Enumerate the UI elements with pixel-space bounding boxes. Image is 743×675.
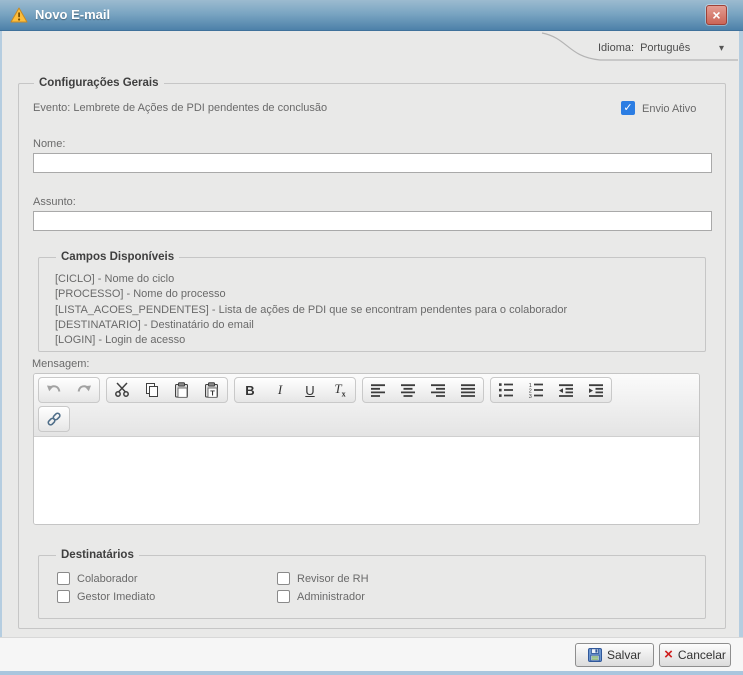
align-left-icon xyxy=(370,383,386,398)
indent-button[interactable] xyxy=(581,378,611,402)
align-justify-button[interactable] xyxy=(453,378,483,402)
nome-input[interactable] xyxy=(33,153,712,173)
bold-button[interactable]: B xyxy=(235,378,265,402)
cancel-x-icon: × xyxy=(664,648,673,662)
available-fields-legend: Campos Disponíveis xyxy=(56,251,179,264)
list-group: 1 2 3 xyxy=(490,377,612,403)
close-icon: × xyxy=(712,7,720,23)
field-item: [LISTA_ACOES_PENDENTES] - Lista de ações… xyxy=(55,303,567,318)
message-body[interactable] xyxy=(34,437,699,524)
align-group xyxy=(362,377,484,403)
gestor-imediato-label: Gestor Imediato xyxy=(77,591,155,603)
revisor-rh-checkbox[interactable] xyxy=(277,572,290,585)
save-button[interactable]: Salvar xyxy=(575,643,654,667)
assunto-label: Assunto: xyxy=(33,196,76,208)
redo-icon xyxy=(76,382,92,398)
bold-icon: B xyxy=(245,383,254,398)
align-justify-icon xyxy=(460,383,476,398)
bullet-list-button[interactable] xyxy=(491,378,521,402)
administrador-checkbox[interactable] xyxy=(277,590,290,603)
envio-ativo-label: Envio Ativo xyxy=(642,103,696,115)
cut-button[interactable] xyxy=(107,378,137,402)
mensagem-label: Mensagem: xyxy=(32,358,89,370)
check-icon: ✓ xyxy=(623,102,632,114)
link-button[interactable] xyxy=(39,407,69,431)
align-right-icon xyxy=(430,383,446,398)
cancel-label: Cancelar xyxy=(678,648,726,662)
clipboard-group: T xyxy=(106,377,228,403)
align-center-button[interactable] xyxy=(393,378,423,402)
evento-text: Evento: Lembrete de Ações de PDI pendent… xyxy=(33,102,327,114)
cancel-button[interactable]: × Cancelar xyxy=(659,643,731,667)
numbered-list-button[interactable]: 1 2 3 xyxy=(521,378,551,402)
recipients-fieldset xyxy=(38,555,706,619)
bullet-list-icon xyxy=(498,382,514,398)
redo-button[interactable] xyxy=(69,378,99,402)
colaborador-checkbox[interactable] xyxy=(57,572,70,585)
paste-icon xyxy=(174,382,190,398)
chevron-down-icon: ▾ xyxy=(719,43,724,54)
remove-format-button[interactable]: Tx xyxy=(325,378,355,402)
available-fields-list: [CICLO] - Nome do ciclo [PROCESSO] - Nom… xyxy=(55,272,567,348)
editor-toolbar: T B I U Tx xyxy=(34,374,699,437)
link-group xyxy=(38,406,70,432)
administrador-label: Administrador xyxy=(297,591,365,603)
field-item: [LOGIN] - Login de acesso xyxy=(55,333,567,348)
gestor-imediato-checkbox[interactable] xyxy=(57,590,70,603)
dialog-titlebar: Novo E-mail × xyxy=(0,0,743,31)
envio-ativo-checkbox[interactable]: ✓ xyxy=(621,101,635,115)
align-right-button[interactable] xyxy=(423,378,453,402)
copy-button[interactable] xyxy=(137,378,167,402)
assunto-input[interactable] xyxy=(33,211,712,231)
recipients-legend: Destinatários xyxy=(56,549,139,562)
dialog-title: Novo E-mail xyxy=(35,7,110,22)
outdent-button[interactable] xyxy=(551,378,581,402)
remove-format-icon: Tx xyxy=(334,381,345,399)
dialog-left-border xyxy=(0,31,2,675)
outdent-icon xyxy=(558,383,574,398)
numbered-list-icon: 1 2 3 xyxy=(528,382,544,398)
warning-icon xyxy=(10,7,28,23)
undo-button[interactable] xyxy=(39,378,69,402)
underline-button[interactable]: U xyxy=(295,378,325,402)
general-settings-legend: Configurações Gerais xyxy=(34,77,164,90)
svg-text:T: T xyxy=(210,389,215,398)
svg-text:3: 3 xyxy=(529,394,532,398)
language-dropdown[interactable]: Idioma: Português ▾ xyxy=(598,39,724,57)
dialog-footer: Salvar × Cancelar xyxy=(0,637,743,671)
field-item: [DESTINATARIO] - Destinatário do email xyxy=(55,318,567,333)
dialog-right-border xyxy=(739,31,743,675)
close-button[interactable]: × xyxy=(706,5,727,25)
paste-button[interactable] xyxy=(167,378,197,402)
revisor-rh-label: Revisor de RH xyxy=(297,573,369,585)
italic-button[interactable]: I xyxy=(265,378,295,402)
message-editor: T B I U Tx xyxy=(33,373,700,525)
undo-group xyxy=(38,377,100,403)
cut-icon xyxy=(114,382,130,398)
save-label: Salvar xyxy=(607,648,641,662)
align-center-icon xyxy=(400,383,416,398)
language-value: Português xyxy=(640,42,690,54)
italic-icon: I xyxy=(278,382,282,398)
undo-icon xyxy=(46,382,62,398)
novo-email-dialog: Novo E-mail × Idioma: Português ▾ Config… xyxy=(0,0,743,675)
copy-icon xyxy=(144,382,160,398)
paste-text-icon: T xyxy=(204,382,220,398)
save-icon xyxy=(588,648,602,662)
link-icon xyxy=(46,411,62,427)
align-left-button[interactable] xyxy=(363,378,393,402)
indent-icon xyxy=(588,383,604,398)
nome-label: Nome: xyxy=(33,138,65,150)
underline-icon: U xyxy=(305,383,314,398)
paste-text-button[interactable]: T xyxy=(197,378,227,402)
field-item: [CICLO] - Nome do ciclo xyxy=(55,272,567,287)
basicstyles-group: B I U Tx xyxy=(234,377,356,403)
colaborador-label: Colaborador xyxy=(77,573,138,585)
dialog-bottom-border xyxy=(0,671,743,675)
language-label: Idioma: xyxy=(598,42,634,54)
field-item: [PROCESSO] - Nome do processo xyxy=(55,287,567,302)
